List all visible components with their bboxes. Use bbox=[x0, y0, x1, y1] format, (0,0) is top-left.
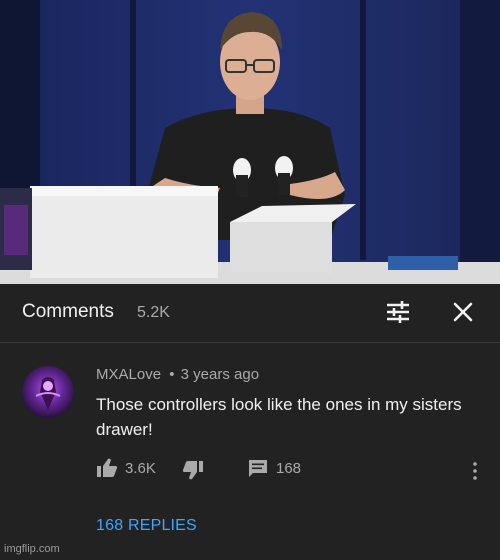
comments-count: 5.2K bbox=[137, 304, 170, 321]
sliders-icon bbox=[387, 301, 409, 323]
view-replies-link[interactable]: 168 REPLIES bbox=[96, 517, 197, 535]
reply-button[interactable]: 168 bbox=[248, 458, 301, 478]
avatar[interactable] bbox=[22, 366, 74, 418]
comments-header: Comments 5.2K bbox=[0, 284, 500, 343]
comment-actions: 3.6K 168 bbox=[96, 458, 476, 482]
comment-text: Those controllers look like the ones in … bbox=[96, 395, 462, 439]
sort-filter-button[interactable] bbox=[384, 298, 412, 326]
like-count: 3.6K bbox=[125, 459, 156, 477]
comments-panel: Comments 5.2K MXALove • 3 years ago Thos… bbox=[0, 284, 500, 560]
comment-icon bbox=[249, 460, 267, 477]
video-frame[interactable] bbox=[0, 0, 500, 284]
more-options-button[interactable] bbox=[466, 460, 484, 482]
close-comments-button[interactable] bbox=[449, 298, 477, 326]
thumbs-down-icon bbox=[182, 461, 203, 480]
avatar-image bbox=[22, 366, 74, 418]
comment-timestamp: 3 years ago bbox=[180, 366, 260, 383]
thumbs-up-icon bbox=[97, 458, 118, 477]
video-thumbnail-image bbox=[0, 0, 500, 284]
comment-meta: MXALove • 3 years ago bbox=[96, 366, 259, 383]
dislike-button[interactable] bbox=[182, 460, 204, 480]
like-button[interactable]: 3.6K bbox=[96, 458, 156, 478]
watermark: imgflip.com bbox=[4, 543, 60, 555]
meta-separator: • bbox=[169, 366, 175, 383]
more-vert-icon bbox=[473, 462, 477, 480]
reply-count: 168 bbox=[276, 459, 302, 477]
comments-title: Comments bbox=[22, 301, 114, 322]
close-icon bbox=[453, 302, 473, 322]
comment-author[interactable]: MXALove bbox=[96, 366, 161, 383]
